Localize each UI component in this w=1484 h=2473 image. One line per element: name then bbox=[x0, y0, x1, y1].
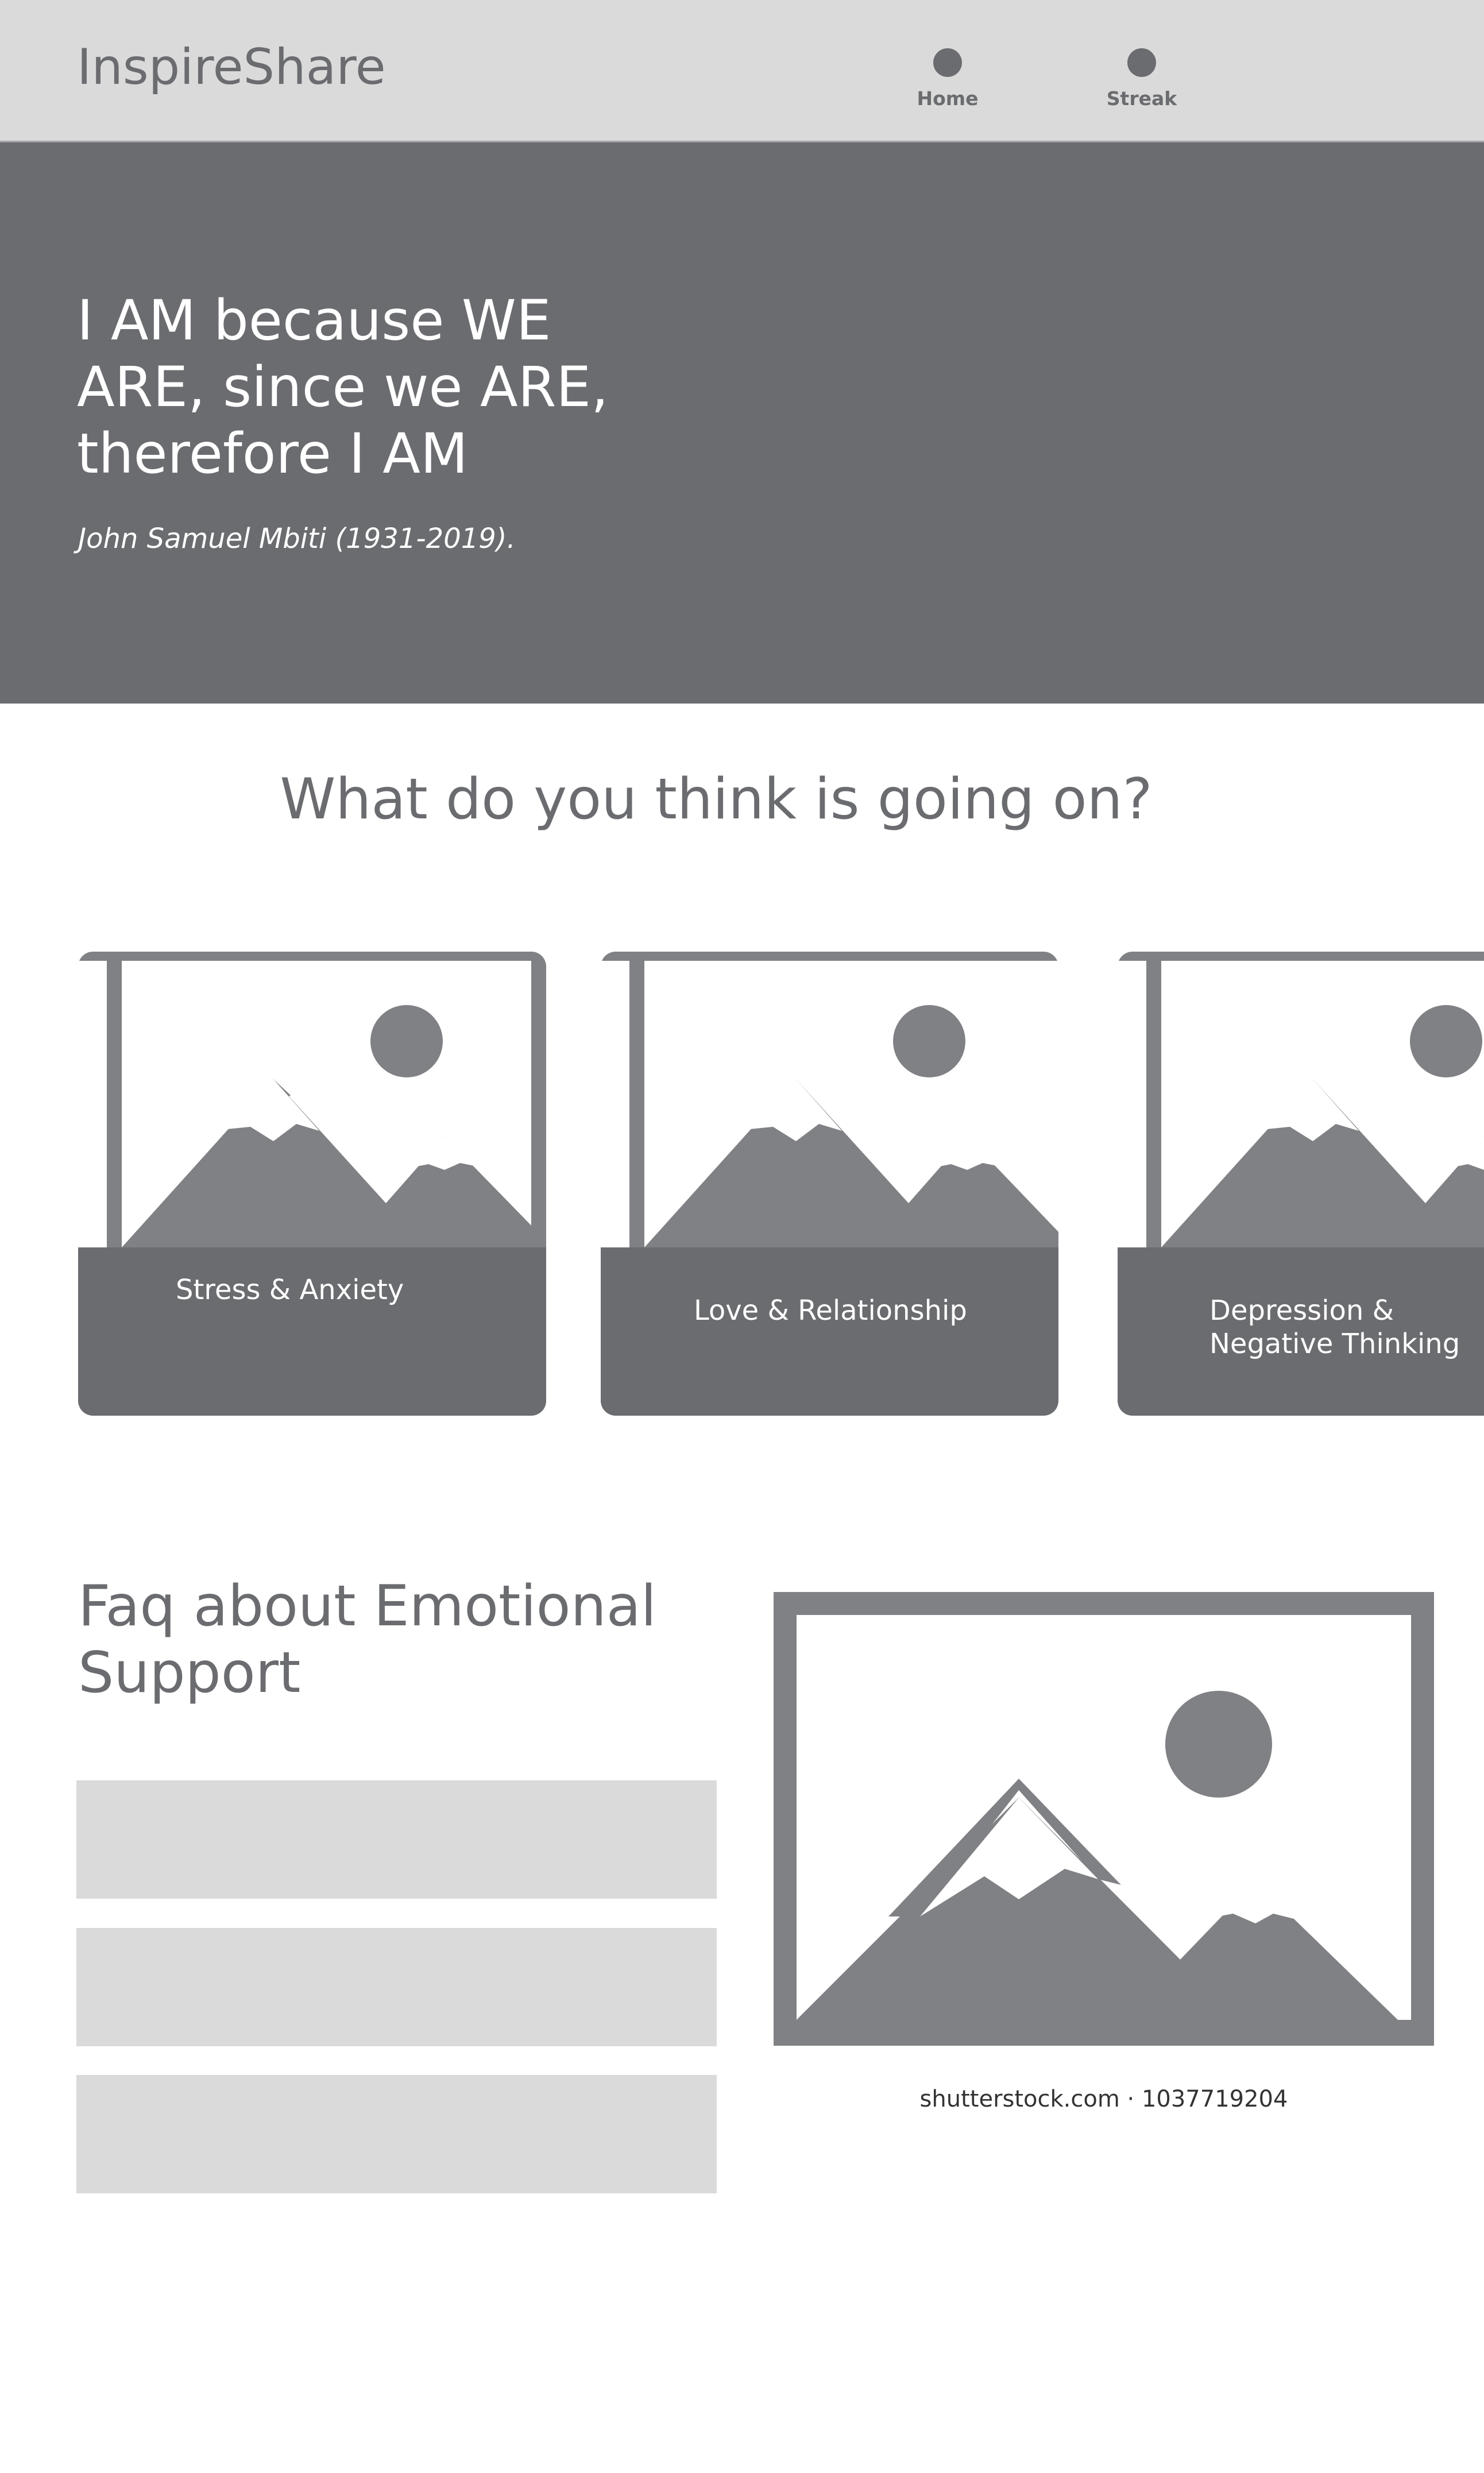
image-placeholder-icon bbox=[1118, 952, 1484, 1247]
faq-item-3[interactable] bbox=[76, 2075, 717, 2193]
home-circle-icon bbox=[933, 48, 962, 77]
image-placeholder-icon bbox=[78, 952, 546, 1247]
card-footer: Love & Relationship bbox=[601, 1247, 1058, 1416]
card-label: Depression & Negative Thinking bbox=[1209, 1295, 1460, 1360]
topics-heading: What do you think is going on? bbox=[280, 767, 1153, 832]
nav-item-home[interactable]: Home bbox=[884, 48, 1011, 110]
faq-item-2[interactable] bbox=[76, 1928, 717, 2046]
topic-card-love-relationship[interactable]: Love & Relationship bbox=[601, 952, 1058, 1416]
image-placeholder-icon bbox=[601, 952, 1058, 1247]
card-footer: Depression & Negative Thinking bbox=[1118, 1247, 1484, 1416]
hero-quote: I AM because WE ARE, since we ARE, there… bbox=[77, 288, 609, 486]
topic-card-stress-anxiety[interactable]: Stress & Anxiety bbox=[78, 952, 546, 1416]
hero-banner: I AM because WE ARE, since we ARE, there… bbox=[0, 142, 1484, 704]
streak-circle-icon bbox=[1127, 48, 1156, 77]
card-label: Stress & Anxiety bbox=[176, 1274, 404, 1306]
nav-label-streak: Streak bbox=[1106, 87, 1177, 110]
card-footer: Stress & Anxiety bbox=[78, 1247, 546, 1416]
top-navbar: InspireShare Home Streak bbox=[0, 0, 1484, 142]
brand-logo[interactable]: InspireShare bbox=[77, 40, 386, 95]
image-caption: shutterstock.com · 1037719204 bbox=[919, 2086, 1288, 2112]
card-label: Love & Relationship bbox=[694, 1295, 967, 1327]
topic-card-depression-negative-thinking[interactable]: Depression & Negative Thinking bbox=[1118, 952, 1484, 1416]
nav-item-streak[interactable]: Streak bbox=[1079, 48, 1205, 110]
hero-quote-author: John Samuel Mbiti (1931-2019). bbox=[78, 523, 516, 555]
nav-label-home: Home bbox=[917, 87, 979, 110]
faq-heading: Faq about Emotional Support bbox=[78, 1574, 657, 1706]
faq-item-1[interactable] bbox=[76, 1780, 717, 1899]
image-placeholder-icon bbox=[774, 1592, 1434, 2046]
